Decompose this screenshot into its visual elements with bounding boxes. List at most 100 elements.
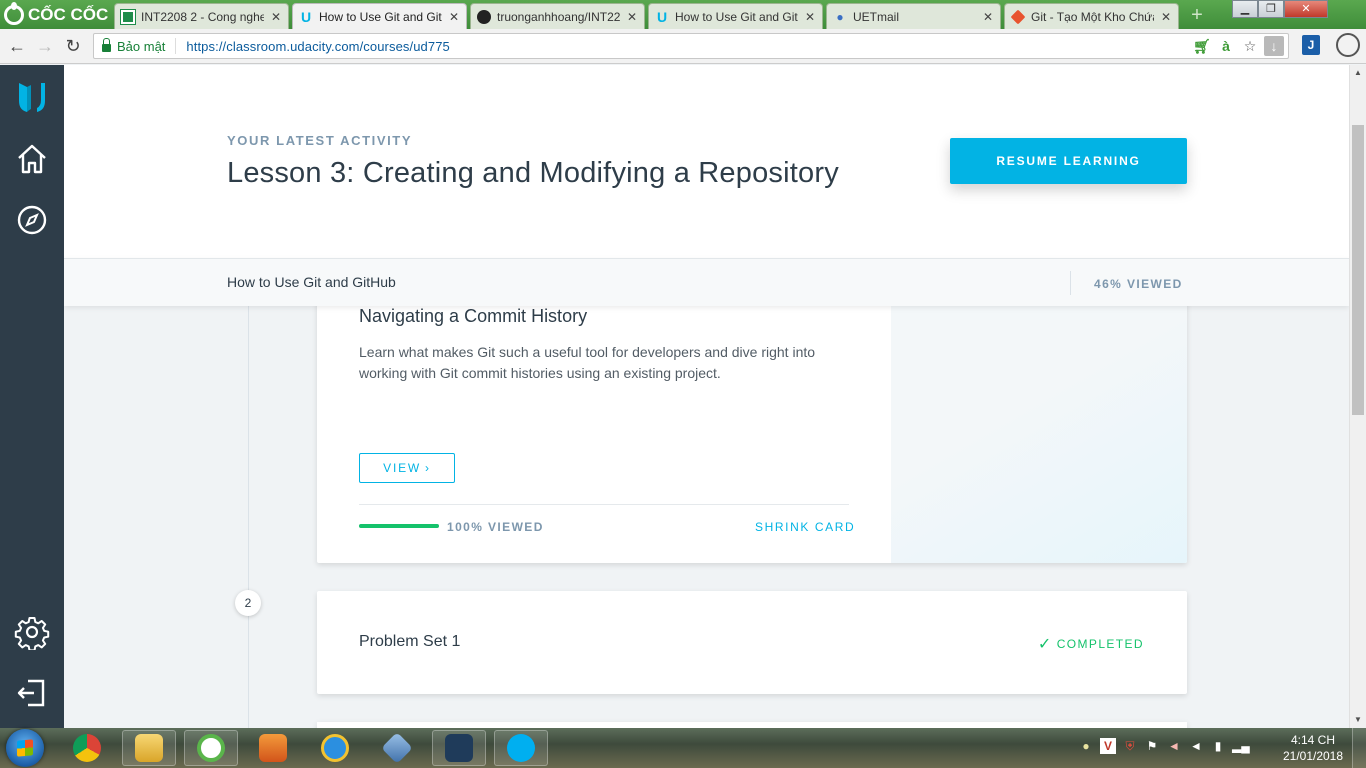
tab-close-icon[interactable]: ✕ — [270, 10, 282, 24]
scroll-thumb[interactable] — [1352, 125, 1364, 415]
system-tray: ● V ⛨ ⚑ ◄ ◄ ▮ ▂▄ — [1078, 738, 1250, 754]
show-desktop-button[interactable] — [1352, 728, 1366, 768]
reload-icon[interactable]: ↻ — [62, 35, 84, 57]
tab-close-icon[interactable]: ✕ — [982, 10, 994, 24]
download-icon[interactable]: ↓ — [1264, 36, 1284, 56]
browser-tab[interactable]: INT2208 2 - Cong nghe ✕ — [114, 3, 289, 29]
classroom-main: YOUR LATEST ACTIVITY Lesson 3: Creating … — [64, 65, 1349, 728]
omnibox-actions: 🛒︎ à ☆ ↓ — [1192, 36, 1284, 56]
virtualbox-icon[interactable] — [370, 730, 424, 766]
tray-shield-icon[interactable]: ⛨ — [1122, 738, 1138, 754]
tray-battery-icon[interactable]: ▮ — [1210, 738, 1226, 754]
url-text[interactable]: https://classroom.udacity.com/courses/ud… — [186, 39, 449, 54]
shopping-cart-icon[interactable]: 🛒︎ — [1192, 36, 1212, 56]
course-header-bar: How to Use Git and GitHub 46% VIEWED — [64, 258, 1349, 306]
page-scrollbar[interactable]: ▲ ▼ — [1349, 65, 1366, 728]
udacity-logo-icon[interactable] — [14, 79, 50, 115]
browser-tab[interactable]: truonganhhoang/INT22 ✕ — [470, 3, 645, 29]
window-controls: ▁ ❐ ✕ — [1232, 0, 1328, 18]
scroll-down-icon[interactable]: ▼ — [1350, 712, 1366, 728]
skype-icon[interactable] — [494, 730, 548, 766]
brand-label: CỐC CỐC — [28, 4, 109, 24]
compass-icon[interactable] — [14, 202, 50, 238]
home-icon[interactable] — [14, 141, 50, 177]
minimize-icon[interactable]: ▁ — [1232, 0, 1258, 18]
taskbar-clock[interactable]: 4:14 CH 21/01/2018 — [1278, 732, 1348, 764]
browser-tab-active[interactable]: U How to Use Git and Git ✕ — [292, 3, 467, 29]
tray-vietkey-icon[interactable]: V — [1100, 738, 1116, 754]
coccoc-brand[interactable]: CỐC CỐC — [0, 0, 112, 29]
tab-close-icon[interactable]: ✕ — [626, 10, 638, 24]
tab-close-icon[interactable]: ✕ — [804, 10, 816, 24]
chevron-right-icon: › — [425, 461, 431, 475]
lesson-progress-label: 100% VIEWED — [447, 520, 544, 534]
browser-tabstrip: CỐC CỐC INT2208 2 - Cong nghe ✕ U How to… — [0, 0, 1366, 29]
lock-icon — [102, 37, 111, 52]
logout-icon[interactable] — [14, 675, 50, 711]
new-tab-icon[interactable]: + — [1186, 5, 1208, 25]
chrome-icon[interactable] — [60, 730, 114, 766]
completed-status: ✓ COMPLETED — [1038, 634, 1144, 654]
git-icon — [1010, 9, 1026, 24]
mysql-workbench-icon[interactable] — [432, 730, 486, 766]
file-explorer-icon[interactable] — [122, 730, 176, 766]
windows-taskbar: ● V ⛨ ⚑ ◄ ◄ ▮ ▂▄ 4:14 CH 21/01/2018 — [0, 728, 1366, 768]
tray-speaker-muted-icon[interactable]: ◄ — [1166, 738, 1182, 754]
url-divider — [175, 38, 177, 54]
address-bar[interactable]: Bảo mật https://classroom.udacity.com/co… — [93, 33, 1289, 59]
browser-tab[interactable]: ● UETmail ✕ — [826, 3, 1001, 29]
completed-label: COMPLETED — [1056, 637, 1144, 651]
settings-gear-icon[interactable] — [14, 614, 50, 650]
mail-icon: ● — [836, 9, 844, 24]
spreadsheet-icon — [120, 8, 136, 25]
internet-explorer-icon[interactable] — [308, 730, 362, 766]
secure-label: Bảo mật — [117, 38, 166, 54]
browser-tab[interactable]: U How to Use Git and Git ✕ — [648, 3, 823, 29]
clock-time: 4:14 CH — [1290, 733, 1336, 747]
card-divider — [359, 504, 849, 505]
tab-title: How to Use Git and Git — [319, 9, 442, 24]
lesson-timeline — [248, 306, 249, 728]
udacity-sidebar — [0, 65, 64, 728]
step-number-badge: 2 — [235, 590, 261, 616]
lesson-card-expanded: Navigating a Commit History Learn what m… — [317, 280, 1187, 563]
back-arrow-icon[interactable]: ← — [6, 35, 28, 57]
window-close-icon[interactable]: ✕ — [1284, 0, 1328, 18]
card-art-panel — [891, 280, 1187, 563]
tray-unikey-icon[interactable]: ● — [1078, 738, 1094, 754]
course-name[interactable]: How to Use Git and GitHub — [227, 274, 396, 290]
start-button-icon[interactable] — [6, 729, 44, 767]
card-title: Navigating a Commit History — [359, 306, 588, 326]
bookmark-star-icon[interactable]: ☆ — [1240, 36, 1260, 56]
extension-j-icon[interactable]: J — [1302, 35, 1320, 55]
coccoc-icon[interactable] — [184, 730, 238, 766]
tray-flag-icon[interactable]: ⚑ — [1144, 738, 1160, 754]
media-player-icon[interactable] — [246, 730, 300, 766]
scroll-up-icon[interactable]: ▲ — [1350, 65, 1366, 81]
forward-arrow-icon[interactable]: → — [34, 35, 56, 57]
lesson-progress-fill — [359, 524, 439, 528]
browser-tab[interactable]: Git - Tạo Một Kho Chứa ✕ — [1004, 3, 1179, 29]
restore-icon[interactable]: ❐ — [1258, 0, 1284, 18]
tab-close-icon[interactable]: ✕ — [448, 10, 460, 24]
tab-title: UETmail — [853, 9, 900, 24]
view-lesson-button[interactable]: VIEW › — [359, 453, 455, 483]
problem-set-card[interactable]: Problem Set 1 ✓ COMPLETED — [317, 591, 1187, 694]
shrink-card-link[interactable]: SHRINK CARD — [755, 520, 855, 534]
tab-title: Git - Tạo Một Kho Chứa — [1031, 9, 1154, 24]
resume-learning-button[interactable]: RESUME LEARNING — [950, 138, 1187, 184]
tray-signal-icon[interactable]: ▂▄ — [1232, 738, 1250, 754]
udacity-icon: U — [656, 8, 668, 25]
lesson-progress-bar — [359, 524, 439, 528]
problem-set-title: Problem Set 1 — [359, 633, 461, 650]
extension-circle-icon[interactable] — [1336, 33, 1360, 57]
tray-volume-icon[interactable]: ◄ — [1188, 738, 1204, 754]
tab-title: How to Use Git and Git — [675, 9, 798, 24]
tab-title: INT2208 2 - Cong nghe — [141, 9, 264, 24]
lesson-title: Lesson 3: Creating and Modifying a Repos… — [227, 157, 839, 189]
clock-date: 21/01/2018 — [1282, 749, 1344, 763]
tab-close-icon[interactable]: ✕ — [1160, 10, 1172, 24]
latest-activity-eyebrow: YOUR LATEST ACTIVITY — [227, 133, 413, 148]
course-bar-divider — [1070, 271, 1071, 295]
translate-icon[interactable]: à — [1216, 36, 1236, 56]
